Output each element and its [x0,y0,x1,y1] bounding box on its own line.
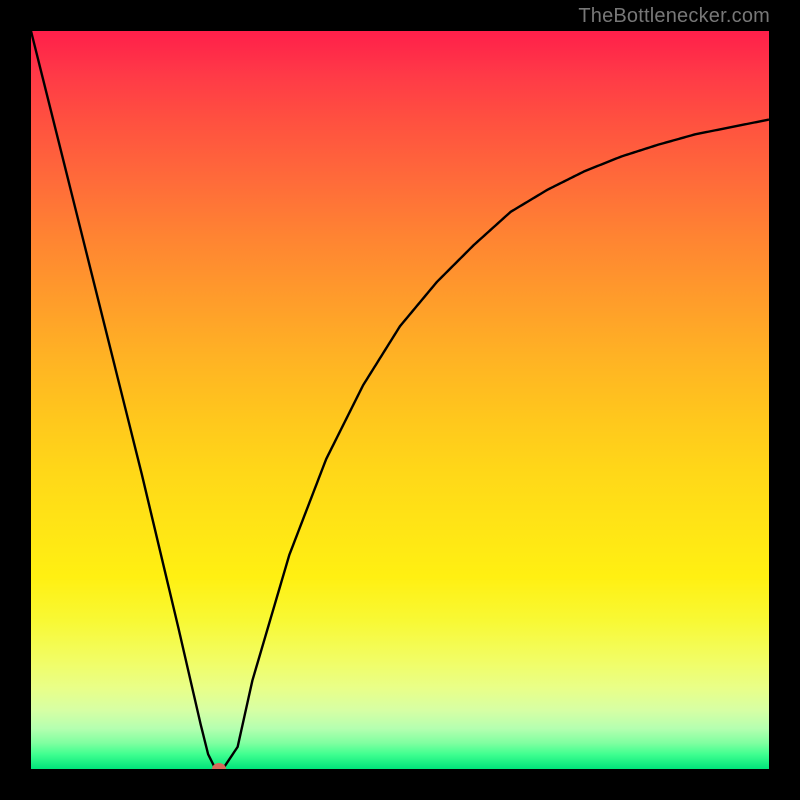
bottleneck-chart: TheBottlenecker.com [0,0,800,800]
curve-path [31,31,769,769]
plot-area [31,31,769,769]
bottleneck-curve [31,31,769,769]
optimal-point-marker [212,763,226,769]
attribution-label: TheBottlenecker.com [578,5,770,28]
